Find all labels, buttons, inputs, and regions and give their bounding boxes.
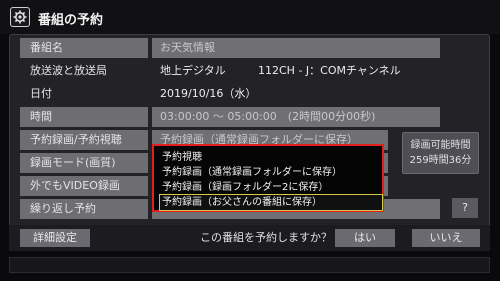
recordable-time-value: 259時間36分 bbox=[409, 155, 472, 166]
dropdown-option-record-normal[interactable]: 予約録画（通常録画フォルダーに保存） bbox=[160, 165, 382, 180]
dropdown-option-view[interactable]: 予約視聴 bbox=[160, 150, 382, 165]
record-mode-label: 録画モード(画質) bbox=[20, 153, 148, 173]
gear-icon[interactable] bbox=[10, 7, 30, 27]
broadcast-label: 放送波と放送局 bbox=[30, 64, 107, 77]
help-button[interactable]: ? bbox=[452, 198, 478, 218]
program-name-label: 番組名 bbox=[20, 38, 148, 58]
dropdown-option-record-folder2[interactable]: 予約録画（録画フォルダー2に保存） bbox=[160, 180, 382, 195]
reservation-type-dropdown: 予約視聴 予約録画（通常録画フォルダーに保存） 予約録画（録画フォルダー2に保存… bbox=[152, 144, 384, 212]
confirm-prompt: この番組を予約しますか？ bbox=[200, 231, 332, 244]
time-label: 時間 bbox=[20, 107, 148, 127]
action-bar: 詳細設定 この番組を予約しますか？ はい いいえ bbox=[9, 225, 490, 251]
recordable-time-box: 録画可能時間 259時間36分 bbox=[402, 132, 479, 174]
footer-bar bbox=[9, 257, 490, 273]
dropdown-option-record-father[interactable]: 予約録画（お父さんの番組に保存） bbox=[159, 194, 383, 211]
time-field[interactable]: 03:00:00 ～ 05:00:00 (2時間00分00秒) bbox=[152, 107, 440, 127]
broadcast-wave: 地上デジタル bbox=[160, 64, 226, 77]
no-button[interactable]: いいえ bbox=[412, 229, 480, 247]
repeat-label: 繰り返し予約 bbox=[20, 199, 148, 219]
date-value: 2019/10/16（水） bbox=[160, 87, 257, 100]
recordable-time-label: 録画可能時間 bbox=[410, 140, 471, 151]
title-bar: 番組の予約 bbox=[0, 0, 500, 34]
yes-button[interactable]: はい bbox=[335, 229, 395, 247]
remote-recording-label: 外でもVIDEO録画 bbox=[20, 176, 148, 196]
program-name-field[interactable]: お天気情報 bbox=[152, 38, 440, 58]
details-button[interactable]: 詳細設定 bbox=[20, 229, 90, 247]
window-title: 番組の予約 bbox=[38, 13, 104, 28]
reservation-type-label: 予約録画/予約視聴 bbox=[20, 130, 148, 150]
date-label: 日付 bbox=[30, 87, 52, 100]
broadcast-channel: 112CH - J：COMチャンネル bbox=[258, 64, 401, 77]
